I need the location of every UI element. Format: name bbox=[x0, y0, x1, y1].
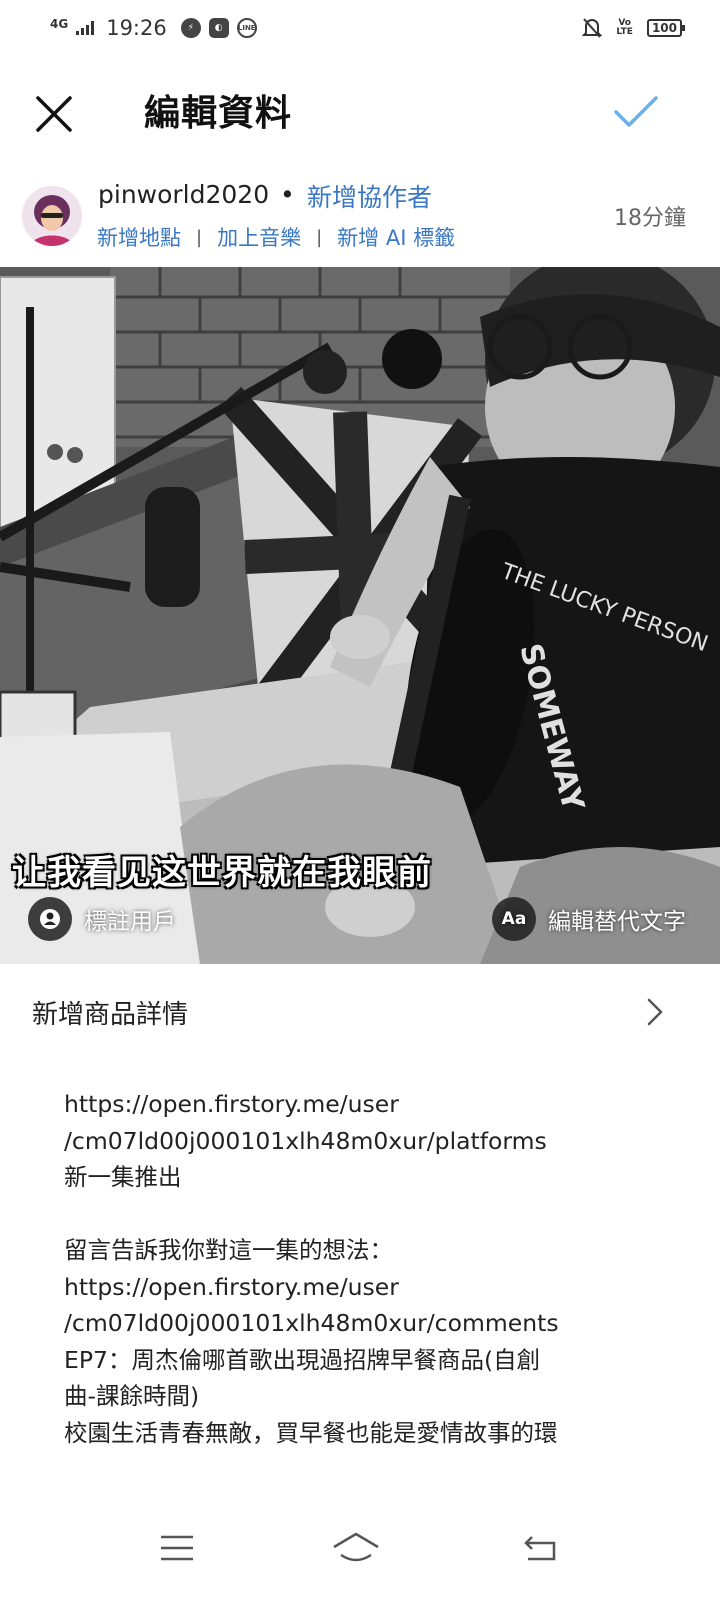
tag-people-button[interactable]: 標註用戶 bbox=[28, 897, 176, 941]
caption-line: 新一集推出 bbox=[64, 1163, 182, 1191]
messenger-icon: ⚡ bbox=[180, 18, 201, 38]
caption-line: 曲-課餘時間) bbox=[64, 1382, 200, 1410]
signal-icon bbox=[76, 21, 95, 35]
username[interactable]: pinworld2020 bbox=[98, 180, 269, 209]
separator-dot: • bbox=[280, 180, 295, 209]
home-icon bbox=[333, 1532, 379, 1562]
menu-icon bbox=[161, 1535, 193, 1561]
network-type: 4G bbox=[50, 17, 69, 31]
menu-button[interactable] bbox=[147, 1518, 207, 1578]
home-button[interactable] bbox=[326, 1518, 386, 1578]
product-details-label: 新增商品詳情 bbox=[32, 1000, 189, 1030]
battery-icon: 100 bbox=[646, 19, 686, 37]
account-row: pinworld2020 • 新增協作者 新增地點 | 加上音樂 | 新增 AI… bbox=[0, 172, 720, 262]
line-icon: LINE bbox=[236, 18, 257, 38]
page-title: 編輯資料 bbox=[144, 93, 293, 134]
caption-line: https://open.firstory.me/user bbox=[64, 1090, 399, 1118]
mute-icon bbox=[582, 18, 603, 38]
post-time: 18分鐘 bbox=[614, 206, 686, 231]
edit-alt-text-label: 編輯替代文字 bbox=[548, 909, 686, 935]
close-button[interactable] bbox=[30, 90, 78, 138]
clock: 19:26 bbox=[106, 16, 167, 40]
add-collaborator-link[interactable]: 新增協作者 bbox=[307, 178, 432, 214]
caption-field[interactable]: https://open.firstory.me/user /cm07ld00j… bbox=[64, 1086, 664, 1464]
text-icon: Aa bbox=[492, 897, 536, 941]
app-notification-icon: ◐ bbox=[208, 18, 229, 38]
caption-line: https://open.firstory.me/user bbox=[64, 1272, 399, 1301]
edit-alt-text-button[interactable]: Aa 編輯替代文字 bbox=[492, 897, 686, 941]
caption-line: /cm07ld00j000101xlh48m0xur/comments bbox=[64, 1309, 559, 1337]
meta-links: 新增地點 | 加上音樂 | 新增 AI 標籤 bbox=[97, 222, 455, 252]
close-icon bbox=[36, 96, 72, 132]
tag-people-label: 標註用戶 bbox=[84, 909, 176, 935]
chevron-right-icon bbox=[640, 994, 670, 1030]
confirm-button[interactable] bbox=[610, 86, 662, 138]
status-bar: 4G 19:26 ⚡ ◐ LINE Vo LTE 100 bbox=[0, 0, 720, 56]
caption-line: EP7：周杰倫哪首歌出現過招牌早餐商品(自創 bbox=[64, 1345, 541, 1374]
system-nav-bar bbox=[0, 1500, 720, 1600]
volte-indicator: Vo LTE bbox=[616, 18, 633, 37]
product-details-row[interactable]: 新增商品詳情 bbox=[0, 968, 720, 1058]
back-button[interactable] bbox=[510, 1518, 570, 1578]
caption-line: 校園生活青春無敵，買早餐也能是愛情故事的環 bbox=[64, 1418, 558, 1447]
post-media[interactable]: THE LUCKY PERSON SOMEWAY 让我看见这世界就在我眼前 標註… bbox=[0, 267, 720, 964]
person-icon bbox=[28, 897, 72, 941]
link-divider: | bbox=[196, 226, 203, 248]
caption-line bbox=[64, 1196, 664, 1233]
caption-line: 留言告訴我你對這一集的想法： bbox=[64, 1236, 393, 1264]
checkmark-icon bbox=[614, 96, 658, 127]
caption-line: /cm07ld00j000101xlh48m0xur/platforms bbox=[64, 1126, 547, 1155]
add-music-link[interactable]: 加上音樂 bbox=[217, 222, 301, 252]
status-right: Vo LTE 100 bbox=[582, 17, 686, 39]
add-ai-label-link[interactable]: 新增 AI 標籤 bbox=[337, 222, 455, 252]
add-location-link[interactable]: 新增地點 bbox=[97, 222, 181, 252]
header: 編輯資料 bbox=[0, 66, 720, 156]
link-divider: | bbox=[316, 226, 323, 248]
video-subtitle: 让我看见这世界就在我眼前 bbox=[12, 853, 432, 893]
back-icon bbox=[524, 1536, 556, 1561]
avatar[interactable] bbox=[22, 186, 82, 246]
status-left: 4G 19:26 ⚡ ◐ LINE bbox=[50, 16, 257, 40]
